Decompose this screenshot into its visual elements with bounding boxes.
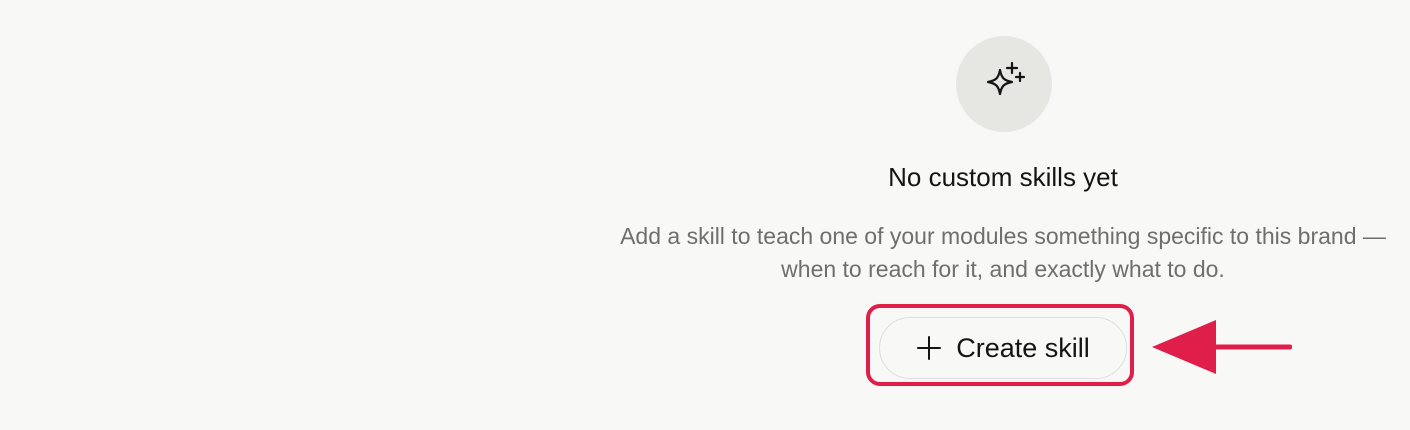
create-skill-label: Create skill [956,332,1090,363]
plus-icon [916,335,942,361]
arrow-annotation [1152,320,1292,374]
skills-panel: No custom skills yet Add a skill to teac… [0,0,1410,430]
empty-state-title: No custom skills yet [888,162,1118,192]
sparkle-icon [986,61,1026,96]
create-skill-button[interactable]: Create skill [879,317,1127,379]
empty-state-icon-circle [956,36,1052,132]
empty-state-description: Add a skill to teach one of your modules… [620,223,1386,282]
